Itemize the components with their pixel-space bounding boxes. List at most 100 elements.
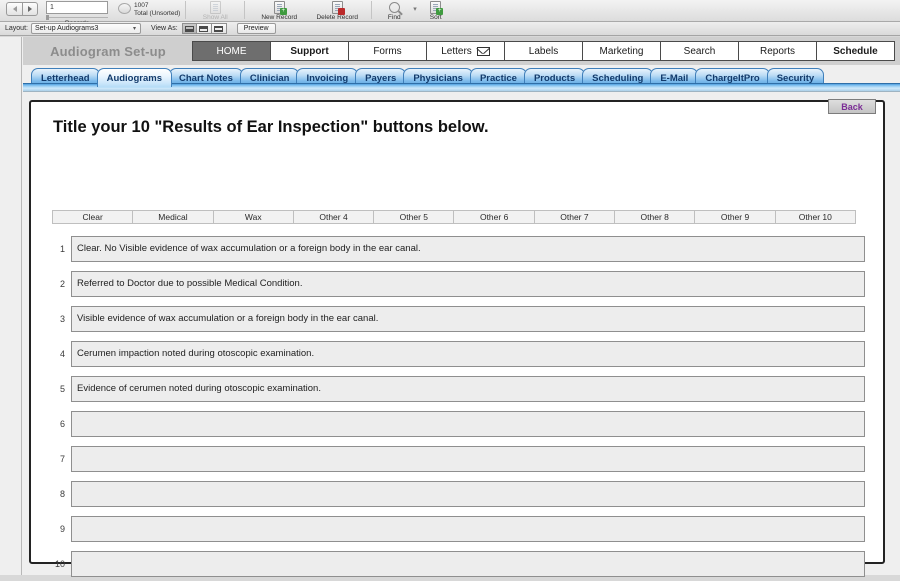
delete-record-button[interactable]: Delete Record [308, 1, 366, 21]
list-view-icon [199, 25, 209, 32]
nav-tab-search[interactable]: Search [660, 41, 739, 61]
toolbar-divider [185, 1, 187, 19]
current-record-field[interactable]: 1 [46, 1, 108, 14]
subtab-physicians-label: Physicians [413, 72, 463, 84]
record-total-group: 1007 Total (Unsorted) [118, 2, 180, 17]
row-number: 10 [54, 558, 65, 569]
row-text-input-4[interactable]: Cerumen impaction noted during otoscopic… [71, 340, 865, 367]
column-header-clear[interactable]: Clear [52, 210, 134, 224]
previous-record-button[interactable] [6, 2, 22, 16]
nav-tab-reports[interactable]: Reports [738, 41, 817, 61]
find-dropdown-caret-icon[interactable]: ▾ [413, 5, 417, 13]
table-view-icon [214, 25, 224, 32]
subtab-scheduling-label: Scheduling [592, 72, 644, 84]
chevron-down-icon: ▾ [132, 25, 136, 32]
layout-bar: Layout: Set-up Audiograms3 ▾ View As: Pr… [0, 22, 900, 36]
new-record-button[interactable]: New Record [250, 1, 308, 21]
row-text-input-1[interactable]: Clear. No Visible evidence of wax accumu… [71, 235, 865, 262]
subtab-security-label: Security [776, 72, 815, 84]
column-header-medical[interactable]: Medical [132, 210, 214, 224]
nav-tab-forms[interactable]: Forms [348, 41, 427, 61]
new-record-icon [273, 1, 287, 15]
chevron-left-icon [12, 6, 17, 12]
column-header-other-5[interactable]: Other 5 [373, 210, 455, 224]
nav-tab-forms-label: Forms [373, 45, 402, 57]
main-nav[interactable]: HOME Support Forms Letters Labels Market… [192, 41, 895, 61]
row-text-input-3[interactable]: Visible evidence of wax accumulation or … [71, 305, 865, 332]
field-row: 2 Referred to Doctor due to possible Med… [53, 266, 865, 301]
field-row: 5 Evidence of cerumen noted during otosc… [53, 371, 865, 406]
column-header-other-8[interactable]: Other 8 [614, 210, 696, 224]
subtab-clinician-label: Clinician [249, 72, 290, 84]
toolbar-divider [244, 1, 246, 19]
view-as-form-button[interactable] [181, 23, 197, 34]
field-row: 8 [53, 476, 865, 511]
nav-tab-home[interactable]: HOME [192, 41, 271, 61]
field-row: 7 [53, 441, 865, 476]
show-all-icon [209, 1, 221, 14]
view-as-list-button[interactable] [196, 23, 212, 34]
nav-tab-support-label: Support [290, 45, 329, 57]
new-record-label: New Record [261, 14, 298, 21]
toolbar-divider [371, 1, 373, 19]
field-row: 4 Cerumen impaction noted during otoscop… [53, 336, 865, 371]
row-number: 6 [59, 418, 65, 429]
row-number: 7 [59, 453, 65, 464]
column-header-other-6[interactable]: Other 6 [453, 210, 535, 224]
preview-button[interactable]: Preview [236, 23, 276, 34]
view-as-group[interactable] [181, 23, 227, 34]
subtab-payers-label: Payers [365, 72, 397, 84]
record-navigation[interactable] [6, 2, 38, 16]
row-text-input-9[interactable] [71, 515, 865, 542]
subtab-chart-notes-label: Chart Notes [179, 72, 233, 84]
find-button[interactable]: Find [377, 1, 411, 21]
card-title: Title your 10 "Results of Ear Inspection… [53, 118, 489, 136]
find-label: Find [387, 14, 401, 21]
next-record-button[interactable] [22, 2, 38, 16]
column-header-other-9[interactable]: Other 9 [694, 210, 776, 224]
sort-button[interactable]: Sort [419, 1, 453, 21]
total-record-count: 1007 [134, 2, 149, 9]
row-number: 5 [59, 383, 65, 394]
left-rail [0, 37, 22, 575]
nav-tab-schedule-label: Schedule [833, 45, 878, 57]
row-text-input-5[interactable]: Evidence of cerumen noted during otoscop… [71, 375, 865, 402]
nav-tab-marketing[interactable]: Marketing [582, 41, 661, 61]
content-card: Back Title your 10 "Results of Ear Inspe… [29, 99, 885, 577]
nav-tab-schedule[interactable]: Schedule [816, 41, 895, 61]
layout-select[interactable]: Set-up Audiograms3 ▾ [30, 23, 141, 34]
chevron-right-icon [28, 6, 32, 12]
filemaker-status-toolbar: 1 Records 1007 Total (Unsorted) Show All… [0, 0, 900, 27]
nav-tab-support[interactable]: Support [270, 41, 349, 61]
column-header-row: Clear Medical Wax Other 4 Other 5 Other … [52, 210, 856, 224]
row-text-input-8[interactable] [71, 480, 865, 507]
field-row-list: 1 Clear. No Visible evidence of wax accu… [53, 231, 865, 581]
subtab-audiograms[interactable]: Audiograms [96, 68, 173, 87]
nav-tab-home-label: HOME [216, 45, 247, 57]
column-header-wax[interactable]: Wax [212, 210, 294, 224]
show-all-button[interactable]: Show All [191, 1, 239, 21]
app-header: Audiogram Set-up HOME Support Forms Lett… [23, 37, 900, 65]
subtab-practice-label: Practice [479, 72, 517, 84]
back-button[interactable]: Back [828, 99, 876, 114]
nav-tab-labels-label: Labels [528, 45, 559, 57]
field-row: 9 [53, 511, 865, 546]
layout-select-value: Set-up Audiograms3 [34, 24, 99, 32]
column-header-other-10[interactable]: Other 10 [774, 210, 856, 224]
column-header-other-7[interactable]: Other 7 [533, 210, 616, 224]
row-text-input-7[interactable] [71, 445, 865, 472]
layout-label: Layout: [5, 25, 28, 32]
field-row: 10 [53, 546, 865, 581]
nav-tab-labels[interactable]: Labels [504, 41, 583, 61]
view-as-table-button[interactable] [211, 23, 227, 34]
nav-tab-letters[interactable]: Letters [426, 41, 505, 61]
total-record-label: Total (Unsorted) [134, 9, 181, 17]
nav-tab-reports-label: Reports [759, 45, 795, 57]
column-header-other-4[interactable]: Other 4 [292, 210, 375, 224]
row-text-input-6[interactable] [71, 410, 865, 437]
row-text-input-10[interactable] [71, 550, 865, 577]
row-number: 1 [59, 243, 65, 254]
row-text-input-2[interactable]: Referred to Doctor due to possible Medic… [71, 270, 865, 297]
field-row: 6 [53, 406, 865, 441]
record-slider[interactable] [46, 15, 108, 20]
